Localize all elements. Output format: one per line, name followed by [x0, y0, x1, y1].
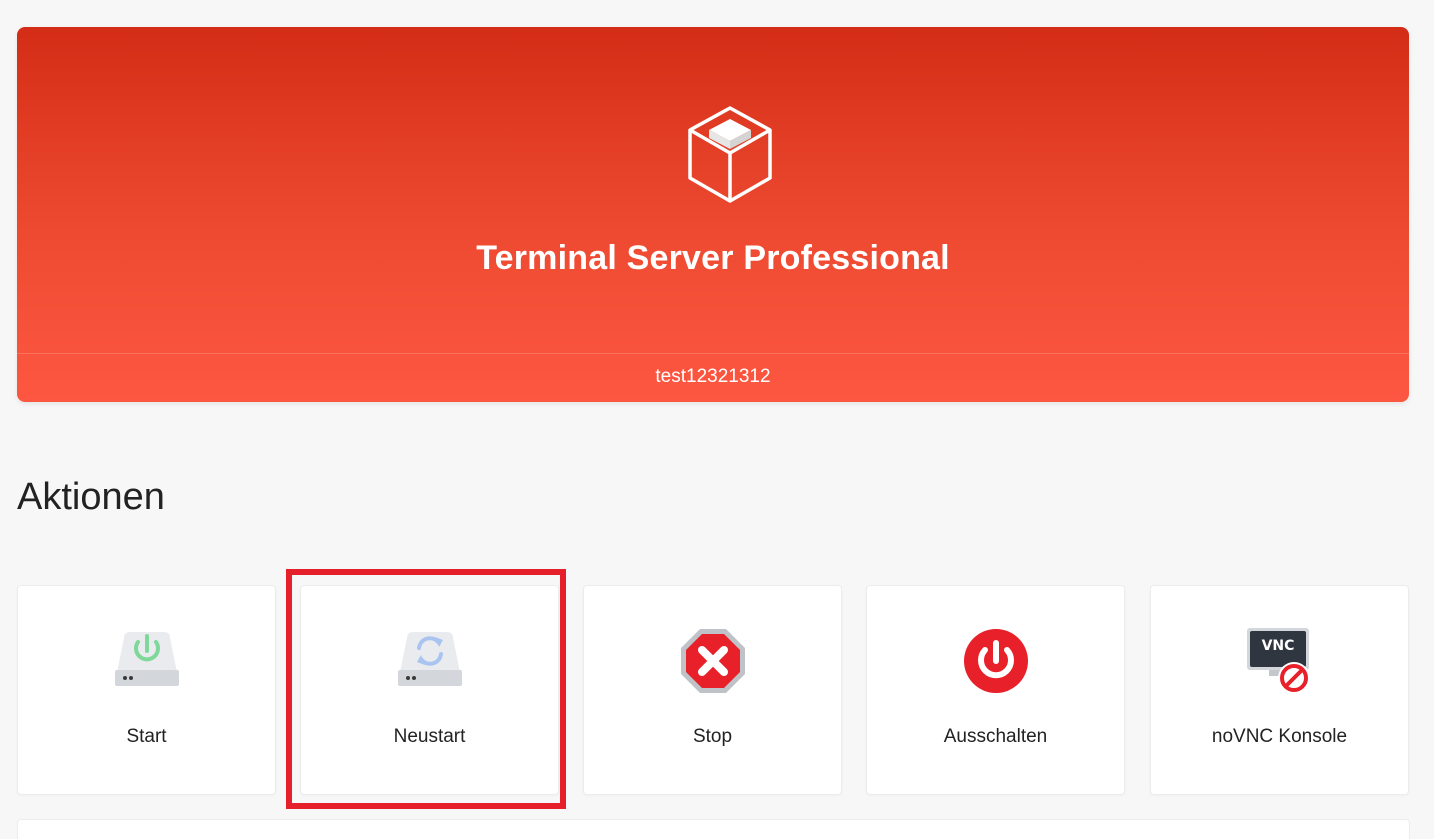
restart-label: Neustart [393, 726, 466, 747]
package-box-icon [688, 106, 772, 203]
server-hostname: test12321312 [655, 366, 771, 387]
bottom-panel [17, 819, 1410, 839]
stop-sign-icon [680, 629, 745, 693]
restart-button[interactable]: Neustart [300, 585, 559, 795]
start-button[interactable]: Start [17, 585, 276, 795]
novnc-console-label: noVNC Konsole [1211, 726, 1348, 747]
actions-grid: Start Neustart Stop Ausschalten VNC noVN… [17, 585, 1410, 795]
power-off-icon [963, 629, 1028, 693]
stop-button[interactable]: Stop [583, 585, 842, 795]
power-off-label: Ausschalten [943, 726, 1048, 747]
drive-restart-icon [397, 632, 462, 686]
power-off-button[interactable]: Ausschalten [866, 585, 1125, 795]
vnc-disabled-icon: VNC [1246, 628, 1310, 694]
hero-divider [17, 353, 1409, 354]
server-title: Terminal Server Professional [476, 239, 950, 277]
actions-heading: Aktionen [17, 476, 165, 518]
server-header-banner: Terminal Server Professional test1232131… [17, 27, 1409, 402]
svg-text:VNC: VNC [1261, 638, 1294, 654]
novnc-console-button[interactable]: VNC noVNC Konsole [1150, 585, 1409, 795]
start-label: Start [126, 726, 167, 747]
page: Terminal Server Professional test1232131… [0, 0, 1434, 839]
drive-power-icon [114, 632, 179, 686]
stop-label: Stop [692, 726, 733, 747]
